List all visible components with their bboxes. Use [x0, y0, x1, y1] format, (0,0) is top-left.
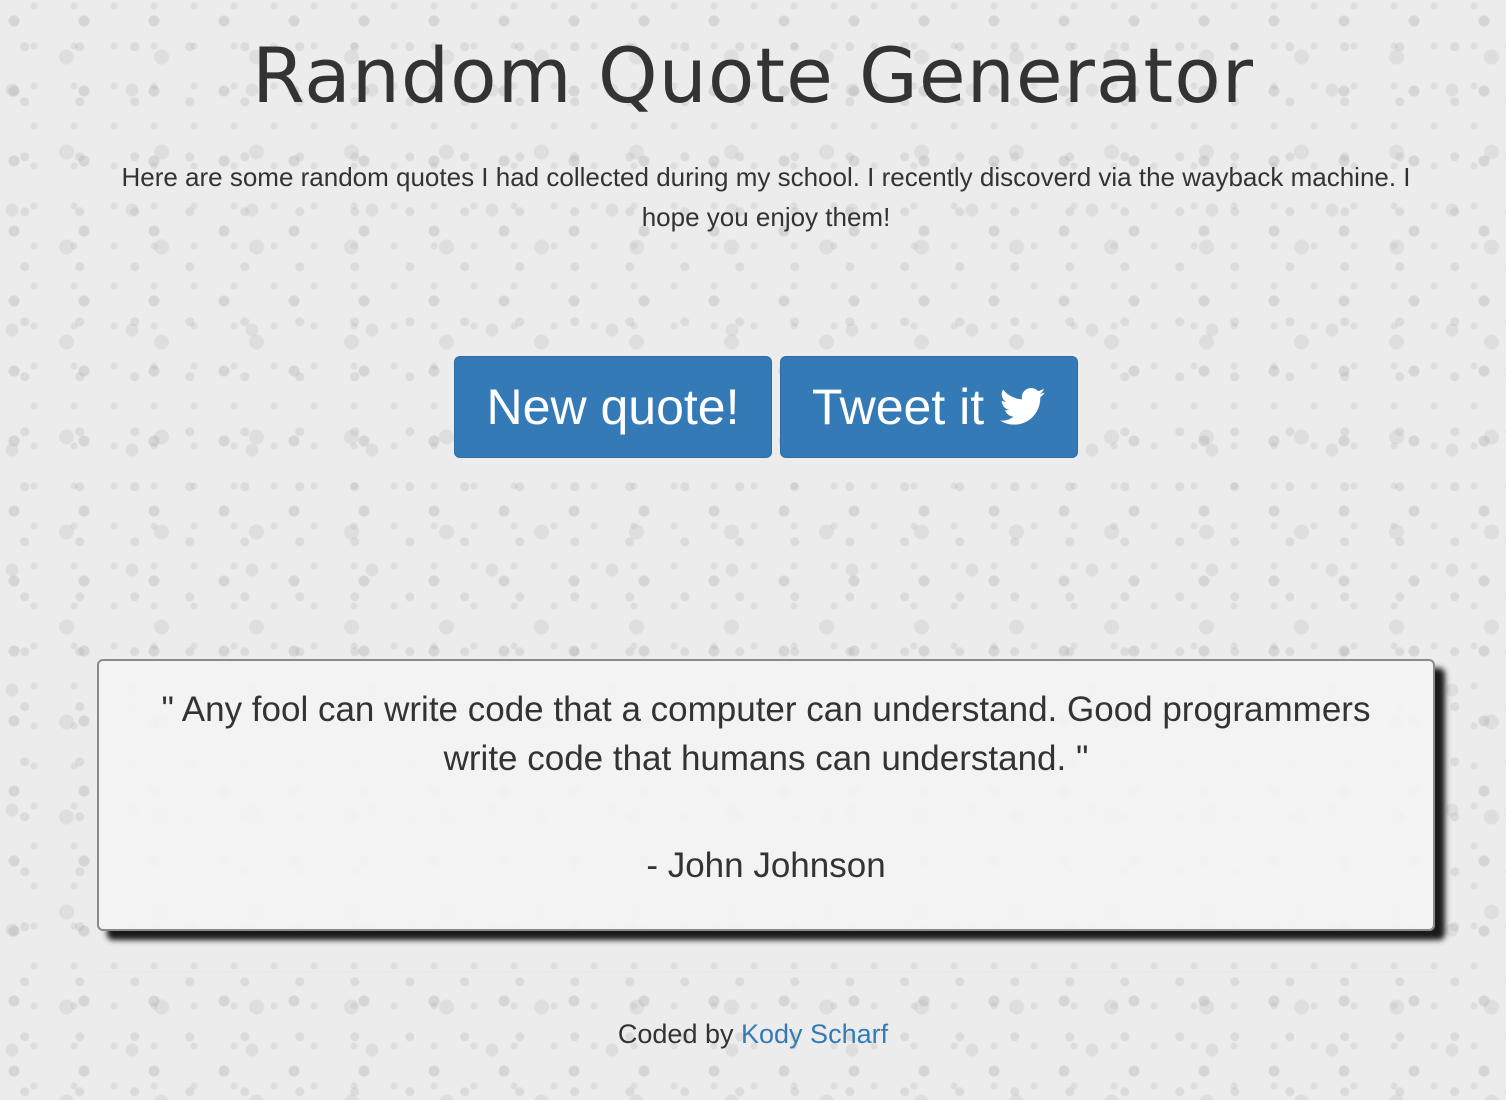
twitter-bird-icon: [1000, 387, 1046, 427]
new-quote-button[interactable]: New quote!: [454, 356, 772, 458]
footer-prefix: Coded by: [617, 1019, 734, 1049]
footer-divider: [97, 971, 1435, 972]
new-quote-label: New quote!: [486, 379, 740, 435]
page-title: Random Quote Generator: [252, 31, 1254, 120]
tweet-button[interactable]: Tweet it: [780, 356, 1078, 458]
quote-text: " Any fool can write code that a compute…: [161, 690, 1371, 778]
tweet-label: Tweet it: [811, 379, 985, 435]
intro-text: Here are some random quotes I had collec…: [121, 162, 1411, 232]
footer: Coded by Kody Scharf: [0, 1017, 1506, 1051]
author-link[interactable]: Kody Scharf: [741, 1019, 888, 1049]
quote-author: - John Johnson: [646, 846, 886, 885]
quote-card: " Any fool can write code that a compute…: [97, 659, 1435, 931]
